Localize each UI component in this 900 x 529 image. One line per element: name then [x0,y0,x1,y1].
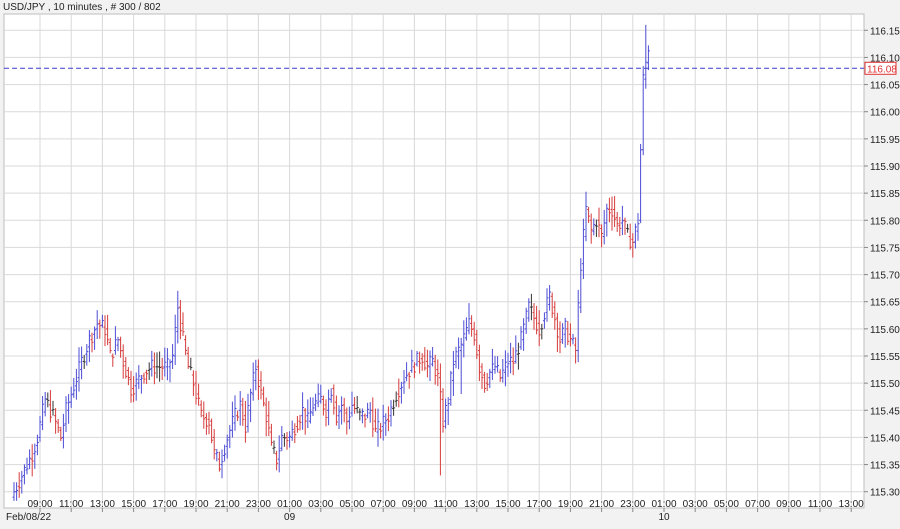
x-tick-label: 15:00 [495,499,520,510]
plot-area[interactable] [3,13,865,509]
current-price-label: 116.08 [867,64,897,75]
x-tick-label: 05:00 [339,499,364,510]
x-tick-label: 01:00 [277,499,302,510]
x-tick-label: 09:00 [402,499,427,510]
y-tick-label: 115.95 [870,135,900,146]
x-tick-label: 13:00 [839,499,864,510]
y-tick-label: 116.00 [870,108,900,119]
chart-title: USD/JPY , 10 minutes , # 300 / 802 [3,2,161,13]
x-tick-label: 11:00 [59,499,84,510]
x-tick-label: 07:00 [745,499,770,510]
y-tick-label: 115.35 [870,461,900,472]
x-tick-label: 17:00 [152,499,177,510]
y-tick-label: 115.90 [870,162,900,173]
x-tick-label: 17:00 [527,499,552,510]
y-tick-label: 115.60 [870,325,900,336]
price-chart: 116.15 116.10 116.05 116.00 115.95 115.90 115.… [0,0,900,524]
y-tick-label: 115.80 [870,216,900,227]
x-tick-label: 01:00 [651,499,676,510]
x-tick-label: 21:00 [215,499,240,510]
x-tick-label: 23:00 [246,499,271,510]
x-tick-label: 23:00 [620,499,645,510]
y-tick-label: 115.40 [870,433,900,444]
y-tick-label: 115.30 [870,488,900,499]
x-tick-label: 13:00 [90,499,115,510]
chart-svg: 116.15116.10116.05116.00115.95115.90115.… [0,0,900,524]
y-tick-label: 115.45 [870,406,900,417]
y-tick-label: 115.55 [870,352,900,363]
y-tick-label: 115.75 [870,243,900,254]
x-tick-label: 11:00 [433,499,458,510]
x-tick-label: 19:00 [183,499,208,510]
y-tick-label: 115.85 [870,189,900,200]
y-tick-label: 116.15 [870,26,900,37]
y-tick-label: 115.65 [870,298,900,309]
x-tick-label: 19:00 [558,499,583,510]
y-tick-label: 115.50 [870,379,900,390]
date-label: 09 [284,512,296,523]
y-tick-label: 115.70 [870,271,900,282]
x-tick-label: 05:00 [714,499,739,510]
x-tick-label: 07:00 [371,499,396,510]
x-tick-label: 03:00 [683,499,708,510]
y-tick-label: 116.05 [870,81,900,92]
x-tick-label: 11:00 [808,499,833,510]
date-label: 10 [658,512,670,523]
x-tick-label: 13:00 [464,499,489,510]
date-label: Feb/08/22 [6,512,51,523]
x-tick-label: 03:00 [308,499,333,510]
x-tick-label: 15:00 [121,499,146,510]
x-tick-label: 09:00 [27,499,52,510]
x-tick-label: 09:00 [776,499,801,510]
x-tick-label: 21:00 [589,499,614,510]
